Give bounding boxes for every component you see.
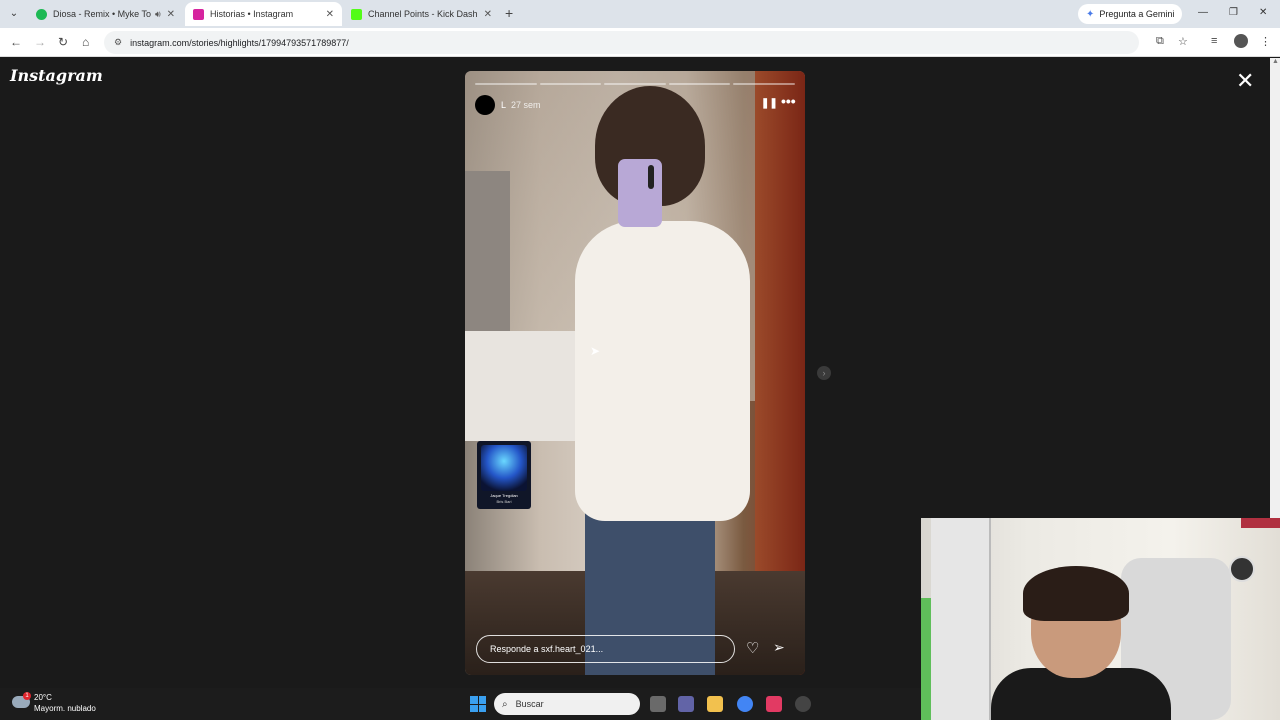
- file-explorer-icon[interactable]: [707, 696, 723, 712]
- story-image-person-top: [575, 221, 750, 521]
- next-story-chevron-icon[interactable]: ›: [817, 366, 831, 380]
- tab-bar: ⌄ Diosa - Remix • Myke Towe 🔊︎ ✕ Histori…: [0, 0, 1280, 28]
- settings-gear-icon[interactable]: [795, 696, 811, 712]
- mouse-cursor-icon: ➤: [590, 344, 601, 358]
- home-icon[interactable]: ⌂: [82, 35, 89, 49]
- more-options-icon[interactable]: •••: [781, 93, 796, 109]
- music-title: Jaque Tregdian: [490, 493, 518, 498]
- media-controls-icon[interactable]: ≡: [1211, 35, 1217, 47]
- story-avatar[interactable]: [475, 95, 495, 115]
- menu-kebab-icon[interactable]: ⋮: [1260, 35, 1271, 48]
- close-window-icon[interactable]: ✕: [1259, 7, 1267, 18]
- back-icon[interactable]: ←: [10, 35, 22, 49]
- story-image-headboard: [465, 171, 510, 341]
- reload-icon[interactable]: ↻: [58, 35, 68, 49]
- teams-icon[interactable]: [678, 696, 694, 712]
- tab-list-chevron-icon[interactable]: ⌄: [6, 6, 22, 22]
- gemini-button[interactable]: ✦ Pregunta a Gemini: [1078, 4, 1183, 24]
- profile-avatar[interactable]: [1234, 34, 1248, 48]
- story-timestamp: 27 sem: [511, 100, 541, 110]
- weather-alert-badge: 1: [23, 692, 31, 700]
- url-text: instagram.com/stories/highlights/1799479…: [130, 37, 349, 48]
- webcam-overlay: [921, 518, 1280, 720]
- story-progress-segment: [733, 83, 795, 85]
- reply-placeholder: Responde a sxf.heart_021...: [490, 644, 604, 654]
- taskbar-search[interactable]: ⌕ Buscar: [494, 693, 640, 715]
- gemini-spark-icon: ✦: [1086, 8, 1095, 20]
- story-progress-segment: [539, 83, 602, 85]
- search-placeholder: Buscar: [515, 699, 544, 709]
- forward-icon[interactable]: →: [34, 35, 46, 49]
- music-artist: Bris Bari: [496, 499, 512, 504]
- album-art: [481, 445, 527, 491]
- restore-icon[interactable]: ❐: [1229, 7, 1238, 18]
- windows-taskbar: 1 20°C Mayorm. nublado ⌕ Buscar: [0, 688, 921, 720]
- reply-input[interactable]: Responde a sxf.heart_021...: [476, 635, 735, 663]
- windows-start-icon[interactable]: [470, 696, 486, 712]
- story-image-phone: [618, 159, 662, 227]
- story-card[interactable]: L 27 sem ❚❚ ••• Jaque Tregdian Bris Bari…: [465, 71, 805, 675]
- tab-title: Diosa - Remix • Myke Towe: [53, 9, 151, 19]
- tab-title: Historias • Instagram: [210, 9, 294, 19]
- chrome-icon[interactable]: [737, 696, 753, 712]
- webcam-wall-badge: [1229, 556, 1255, 582]
- story-progress-segment: [475, 83, 537, 85]
- task-view-icon[interactable]: [650, 696, 666, 712]
- heart-icon[interactable]: ♡: [746, 639, 759, 657]
- send-icon[interactable]: ➢: [773, 639, 785, 656]
- browser-toolbar: ← → ↻ ⌂ ⚙ instagram.com/stories/highligh…: [0, 28, 1280, 57]
- bookmark-star-icon[interactable]: ☆: [1178, 35, 1188, 48]
- kick-icon: [351, 8, 362, 20]
- gemini-label: Pregunta a Gemini: [1099, 9, 1175, 19]
- new-tab-button[interactable]: +: [505, 5, 513, 21]
- scroll-up-arrow-icon[interactable]: ▲: [1272, 58, 1279, 65]
- webcam-person-hair: [1023, 566, 1129, 621]
- weather-temperature[interactable]: 20°C: [34, 693, 52, 702]
- tab-spotify[interactable]: Diosa - Remix • Myke Towe 🔊︎ ✕: [28, 2, 183, 26]
- instagram-logo[interactable]: Instagram: [10, 66, 103, 85]
- instagram-icon: [193, 8, 204, 20]
- story-header: L 27 sem ❚❚ •••: [475, 93, 796, 117]
- story-progress-bar: [475, 83, 795, 85]
- webcam-bg-door: [931, 518, 991, 720]
- close-tab-icon[interactable]: ✕: [326, 9, 334, 20]
- close-tab-icon[interactable]: ✕: [167, 9, 175, 20]
- pause-icon[interactable]: ❚❚: [761, 98, 778, 109]
- tab-instagram[interactable]: Historias • Instagram ✕: [185, 2, 342, 26]
- close-tab-icon[interactable]: ✕: [484, 9, 492, 20]
- search-icon: ⌕: [502, 698, 508, 710]
- story-username[interactable]: L: [501, 100, 506, 110]
- spotify-icon: [36, 8, 47, 20]
- site-info-icon[interactable]: ⚙: [114, 37, 122, 48]
- tiktok-icon[interactable]: [766, 696, 782, 712]
- speaker-icon[interactable]: 🔊︎: [155, 9, 161, 20]
- story-progress-segment: [604, 83, 666, 85]
- story-progress-segment: [668, 83, 731, 85]
- address-bar[interactable]: ⚙ instagram.com/stories/highlights/17994…: [104, 31, 1139, 54]
- close-story-icon[interactable]: ✕: [1236, 70, 1254, 92]
- minimize-icon[interactable]: —: [1198, 7, 1208, 18]
- weather-condition[interactable]: Mayorm. nublado: [34, 704, 96, 713]
- music-sticker[interactable]: Jaque Tregdian Bris Bari: [477, 441, 531, 509]
- install-app-icon[interactable]: ⧉: [1156, 35, 1164, 48]
- webcam-red-decoration: [1241, 518, 1280, 528]
- tab-kick[interactable]: Channel Points - Kick Dashboa ✕: [343, 2, 500, 26]
- tab-title: Channel Points - Kick Dashboa: [368, 9, 478, 19]
